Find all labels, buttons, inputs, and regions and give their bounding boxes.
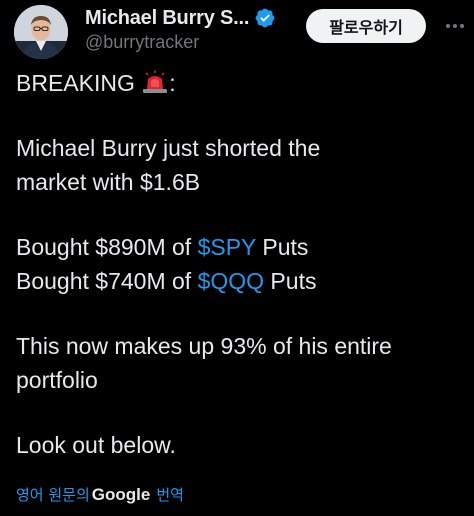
avatar[interactable] (14, 5, 68, 59)
qqq-suffix: Puts (264, 268, 317, 294)
text-line: This now makes up 93% of his entire (16, 333, 392, 359)
translate-prefix[interactable]: 영어 원문의 (16, 484, 90, 505)
translate-link[interactable]: 영어 원문의 Google 번역 (16, 484, 184, 505)
spy-line: Bought $890M of $SPY Puts (16, 230, 466, 264)
post-header: Michael Burry S... @burrytracker 팔로우하기 (0, 0, 474, 66)
cashtag-spy-link[interactable]: $SPY (198, 234, 256, 260)
verified-badge-icon (254, 7, 276, 29)
author-name-row[interactable]: Michael Burry S... (85, 4, 276, 32)
google-logo: Google (91, 484, 151, 504)
text-line: Michael Burry just shorted the (16, 135, 321, 161)
follow-button[interactable]: 팔로우하기 (306, 9, 426, 43)
qqq-prefix: Bought $740M of (16, 268, 198, 294)
breaking-line: BREAKING : (16, 66, 466, 100)
cashtag-qqq-link[interactable]: $QQQ (198, 268, 264, 294)
breaking-colon: : (169, 70, 176, 96)
spy-prefix: Bought $890M of (16, 234, 198, 260)
text-line: portfolio (16, 367, 98, 393)
post-text: BREAKING : Michael Burry just shorted th… (16, 66, 466, 462)
breaking-label: BREAKING (16, 70, 135, 96)
police-siren-icon (142, 69, 168, 93)
spy-suffix: Puts (255, 234, 309, 260)
more-options-icon[interactable] (444, 16, 466, 36)
text-line: market with $1.6B (16, 169, 201, 195)
author-display-name[interactable]: Michael Burry S... (85, 7, 249, 30)
translate-suffix[interactable]: 번역 (156, 484, 184, 505)
text-line: Look out below. (16, 432, 176, 458)
author-handle[interactable]: @burrytracker (85, 32, 199, 53)
profile-photo-icon (14, 5, 68, 59)
qqq-line: Bought $740M of $QQQ Puts (16, 264, 466, 298)
